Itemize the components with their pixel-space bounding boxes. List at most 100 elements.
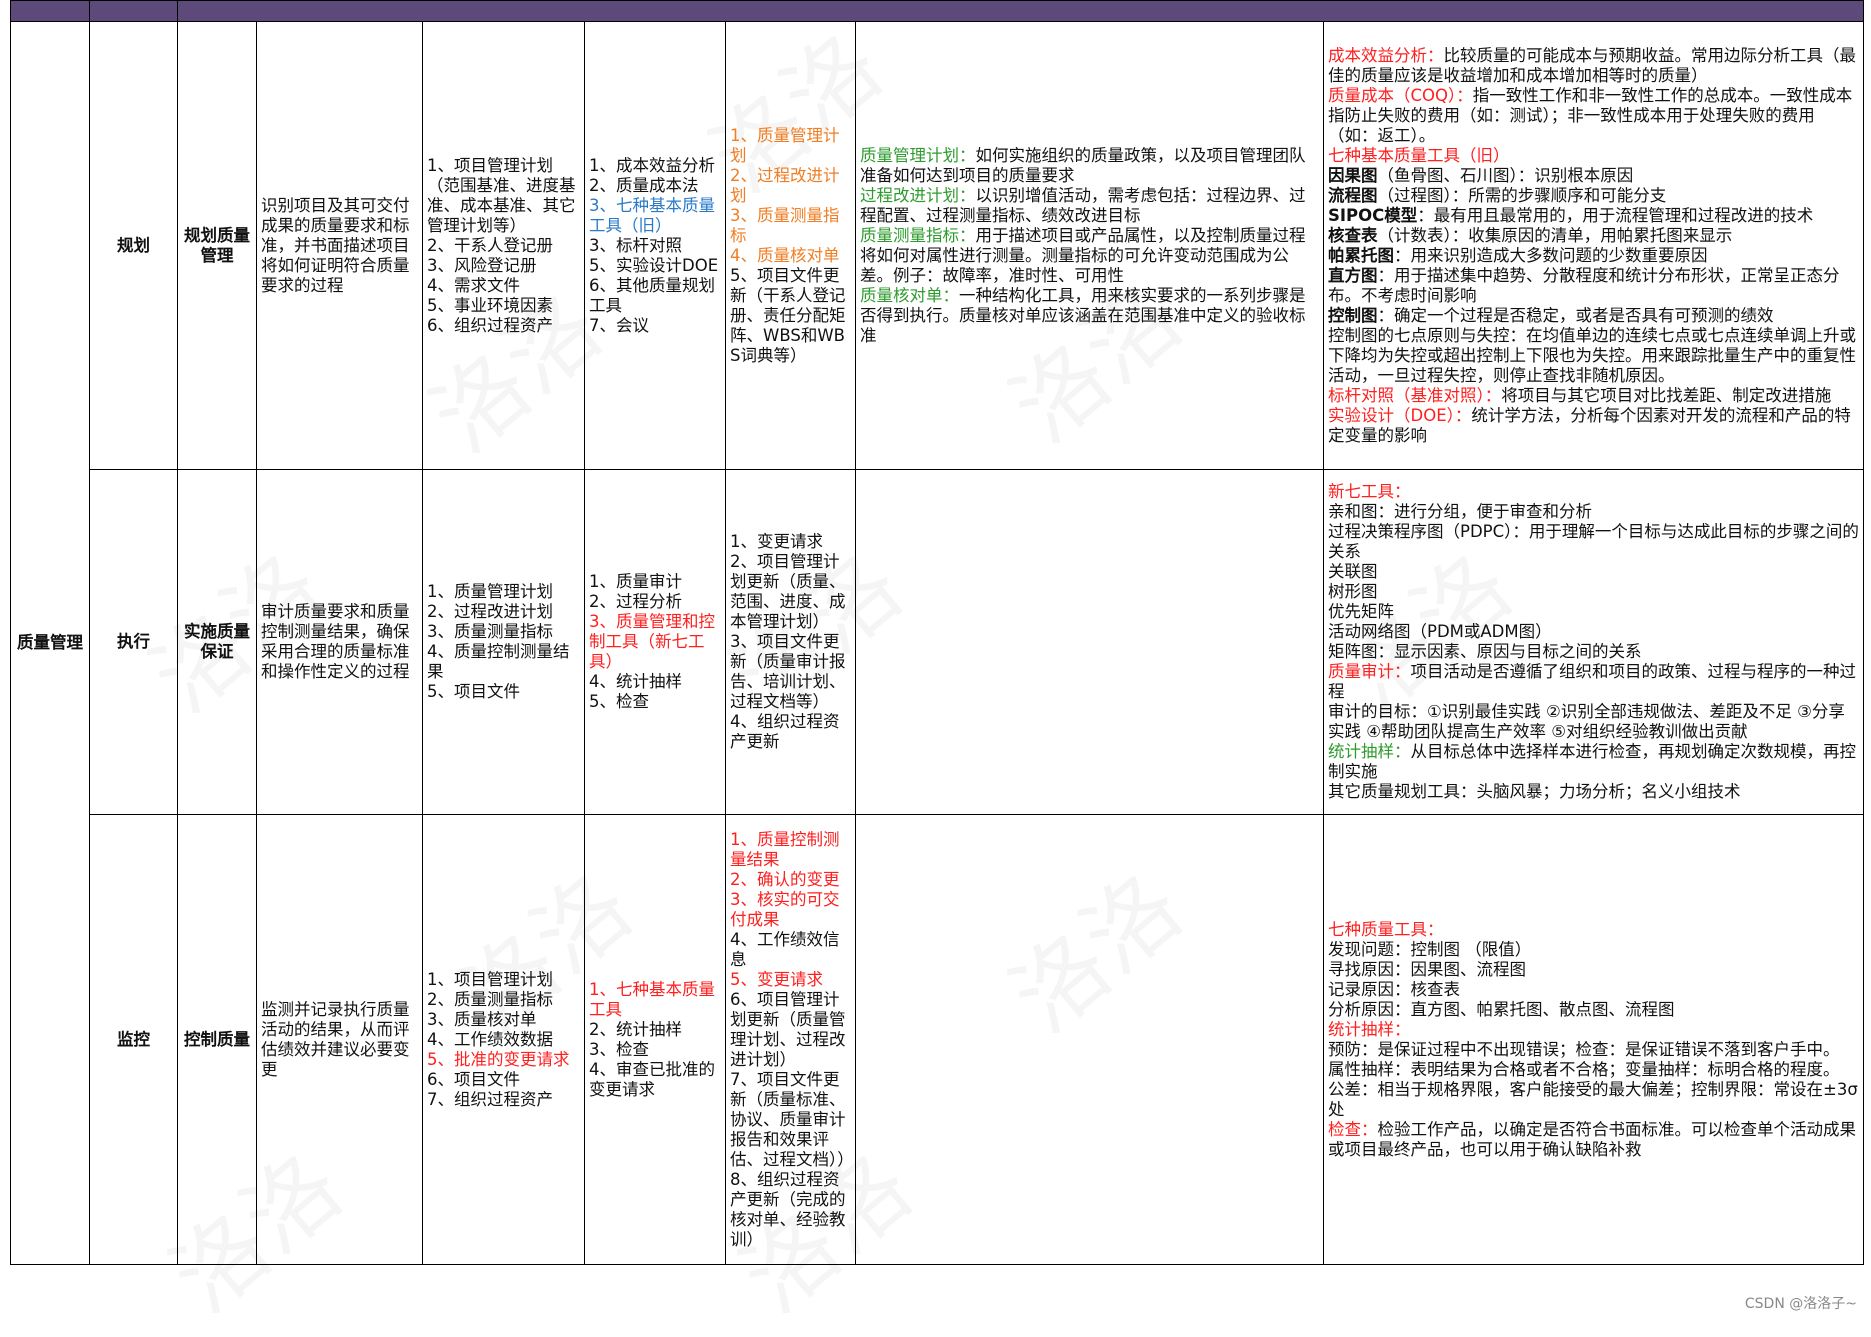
cell-line: 5、批准的变更请求 xyxy=(427,1049,570,1069)
cell-line: 质量测量指标：用于描述项目或产品属性，以及控制质量过程将如何对属性进行测量。测量… xyxy=(860,226,1319,286)
text-segment: 质量管理计划： xyxy=(860,145,976,165)
text-segment: SIPOC模型 xyxy=(1328,205,1418,225)
cell-line: 1、质量管理计划 xyxy=(427,582,553,601)
cell-line: 6、项目管理计划更新（质量管理计划、过程改进计划） xyxy=(730,989,846,1069)
text-segment: 实验设计（DOE）： xyxy=(1328,405,1472,425)
tools-cell: 1、质量审计 2、过程分析 3、质量管理和控制工具（新七工具） 4、统计抽样 5、检查 xyxy=(584,469,726,815)
text-segment: 统计抽样： xyxy=(1328,742,1411,761)
text-segment: 控制图 xyxy=(1328,305,1378,325)
header-cell xyxy=(10,0,90,22)
cell-line: 1、项目管理计划（范围基准、进度基准、成本基准、其它管理计划等） xyxy=(427,155,576,235)
process-group-cell: 执行 xyxy=(89,469,178,815)
text-segment: 因果图 xyxy=(1328,165,1378,185)
text-segment: 寻找原因：因果图、流程图 xyxy=(1328,959,1526,979)
inputs-cell: 1、质量管理计划 2、过程改进计划 3、质量测量指标 4、质量控制测量结果 5、项目文件 xyxy=(422,469,585,815)
cell-line: 审计的目标：①识别最佳实践 ②识别全部违规做法、差距及不足 ③分享实践 ④帮助团… xyxy=(1328,702,1859,742)
tools-cell: 1、七种基本质量工具 2、统计抽样 3、检查 4、审查已批准的变更请求 xyxy=(584,814,726,1265)
cell-line: 3、核实的可交付成果 xyxy=(730,889,840,929)
process-name-cell: 实施质量 保证 xyxy=(177,469,257,815)
cell-line: 质量管理计划：如何实施组织的质量政策，以及项目管理团队准备如何达到项目的质量要求 xyxy=(860,146,1319,186)
text-segment: 记录原因：核查表 xyxy=(1328,979,1460,999)
table-row-monitoring: 监控 控制质量 监测并记录执行质量活动的结果，从而评估绩效并建议必要变更 1、项… xyxy=(11,814,1865,1265)
details-cell: 成本效益分析：比较质量的可能成本与预期收益。常用边际分析工具（最佳的质量应该是收… xyxy=(1322,21,1865,470)
cell-line: 6、组织过程资产 xyxy=(427,315,553,335)
outputs-cell: 1、质量控制测量结果 2、确认的变更 3、核实的可交付成果 4、工作绩效信息 5、变更请… xyxy=(725,814,856,1265)
cell-line: 3、风险登记册 xyxy=(427,255,537,275)
cell-line: 统计抽样：从目标总体中选择样本进行检查，再规划确定次数规模，再控制实施 xyxy=(1328,742,1859,782)
process-name-cell: 控制质量 xyxy=(177,814,257,1265)
credit-text: CSDN @洛洛子~ xyxy=(1744,1296,1857,1312)
details-cell: 新七工具： 亲和图：进行分组，便于审查和分析 过程决策程序图（PDPC）：用于理解一… xyxy=(1322,469,1865,815)
details-cell: 七种质量工具： 发现问题：控制图 （限值） 寻找原因：因果图、流程图 记录原因：核查表… xyxy=(1322,814,1865,1265)
text-segment: ：确定一个过程是否稳定，或者是否具有可预测的绩效 xyxy=(1377,305,1774,325)
table-row-planning: 质量管理 规划 规划质量 管理 识别项目及其可交付成果的质量要求和标准，并书面描… xyxy=(10,21,1865,1265)
text-segment: 发现问题：控制图 （限值） xyxy=(1328,939,1532,959)
cell-line: 树形图 xyxy=(1328,582,1859,602)
cell-line: 标杆对照（基准对照）：将项目与其它项目对比找差距、制定改进措施 xyxy=(1328,386,1859,406)
text-segment: 质量核对单： xyxy=(860,285,959,305)
cell-line: 帕累托图：用来识别造成大多数问题的少数重要原因 xyxy=(1328,246,1859,266)
cell-line: 分析原因：直方图、帕累托图、散点图、流程图 xyxy=(1328,1000,1859,1020)
text-segment: 属性抽样：表明结果为合格或者不合格；变量抽样：标明合格的程度。 xyxy=(1328,1059,1840,1079)
text-segment: 控制图的七点原则与失控：在均值单边的连续七点或七点连续单调上升或下降均为失控或超… xyxy=(1328,325,1856,385)
text-segment: （鱼骨图、石川图）：识别根本原因 xyxy=(1377,165,1634,185)
text-segment: 检查： xyxy=(1328,1119,1378,1139)
quality-management-table: 质量管理 规划 规划质量 管理 识别项目及其可交付成果的质量要求和标准，并书面描… xyxy=(10,0,1865,1265)
text-segment: 树形图 xyxy=(1328,582,1378,601)
definition-cell: 识别项目及其可交付成果的质量要求和标准，并书面描述项目将如何证明符合质量要求的过… xyxy=(256,21,423,470)
text-segment: 质量测量指标： xyxy=(860,225,976,245)
cell-line: 统计抽样： xyxy=(1328,1020,1859,1040)
cell-line: 4、工作绩效信息 xyxy=(730,929,840,969)
text-segment: 优先矩阵 xyxy=(1328,602,1394,621)
cell-line: 检查：检验工作产品，以确定是否符合书面标准。可以检查单个活动成果或项目最终产品，… xyxy=(1328,1120,1859,1160)
cell-line: 5、项目文件 xyxy=(427,682,520,701)
text-segment: 过程改进计划： xyxy=(860,185,976,205)
text-segment: 将项目与其它项目对比找差距、制定改进措施 xyxy=(1501,385,1832,405)
process-group-cell: 监控 xyxy=(89,814,178,1265)
cell-line: 属性抽样：表明结果为合格或者不合格；变量抽样：标明合格的程度。 xyxy=(1328,1060,1859,1080)
cell-line: 优先矩阵 xyxy=(1328,602,1859,622)
cell-line: 4、质量控制测量结果 xyxy=(427,642,570,681)
header-cell xyxy=(176,0,1865,22)
text-segment: 关联图 xyxy=(1328,562,1378,581)
outputs-cell: 1、质量管理计划 2、过程改进计划 3、质量测量指标 4、质量核对单 5、项目文件更新（… xyxy=(725,21,856,470)
cell-line: 控制图：确定一个过程是否稳定，或者是否具有可预测的绩效 xyxy=(1328,306,1859,326)
text-segment: 亲和图：进行分组，便于审查和分析 xyxy=(1328,502,1592,521)
text-segment: 新七工具： xyxy=(1328,482,1411,501)
cell-line: 4、工作绩效数据 xyxy=(427,1029,553,1049)
cell-line: 1、七种基本质量工具 xyxy=(589,979,715,1019)
cell-line: 3、项目文件更新（质量审计报告、培训计划、过程文档等） xyxy=(730,632,846,711)
cell-line: 活动网络图（PDM或ADM图） xyxy=(1328,622,1859,642)
cell-line: 7、组织过程资产 xyxy=(427,1089,553,1109)
cell-line: 1、质量控制测量结果 xyxy=(730,829,840,869)
cell-line: 6、项目文件 xyxy=(427,1069,520,1089)
text-segment: 审计的目标：①识别最佳实践 ②识别全部违规做法、差距及不足 ③分享实践 ④帮助团… xyxy=(1328,702,1845,741)
header-row xyxy=(10,0,1865,22)
cell-line: 关联图 xyxy=(1328,562,1859,582)
cell-line: 亲和图：进行分组，便于审查和分析 xyxy=(1328,502,1859,522)
header-cell xyxy=(89,0,178,22)
cell-line: 1、质量管理计划 xyxy=(730,125,840,165)
cell-line: 成本效益分析：比较质量的可能成本与预期收益。常用边际分析工具（最佳的质量应该是收… xyxy=(1328,46,1859,86)
cell-line: 1、成本效益分析 xyxy=(589,155,715,175)
cell-line: 2、过程改进计划 xyxy=(730,165,840,205)
cell-line: 流程图（过程图）：所需的步骤顺序和可能分支 xyxy=(1328,186,1859,206)
cell-line: 过程改进计划：以识别增值活动，需考虑包括：过程边界、过程配置、过程测量指标、绩效… xyxy=(860,186,1319,226)
cell-line: 1、质量审计 xyxy=(589,572,682,591)
cell-line: 实验设计（DOE）：统计学方法，分析每个因素对开发的流程和产品的特定变量的影响 xyxy=(1328,406,1859,446)
text-segment: ：最有用且最常用的，用于流程管理和过程改进的技术 xyxy=(1417,205,1814,225)
cell-line: 2、过程分析 xyxy=(589,592,682,611)
definition-cell: 审计质量要求和质量控制测量结果，确保采用合理的质量标准和操作性定义的过程 xyxy=(256,469,423,815)
table-row-executing: 执行 实施质量 保证 审计质量要求和质量控制测量结果，确保采用合理的质量标准和操… xyxy=(11,469,1865,815)
cell-line: 2、项目管理计划更新（质量、范围、进度、成本管理计划） xyxy=(730,552,846,631)
cell-line: 3、检查 xyxy=(589,1039,649,1059)
text-segment: 流程图 xyxy=(1328,185,1378,205)
text-segment: （过程图）：所需的步骤顺序和可能分支 xyxy=(1377,185,1667,205)
cell-line: 7、会议 xyxy=(589,315,649,335)
cell-line: 1、变更请求 xyxy=(730,532,823,551)
cell-line: 4、质量核对单 xyxy=(730,245,840,265)
inputs-cell: 1、项目管理计划 2、质量测量指标 3、质量核对单 4、工作绩效数据 5、批准的变更请求… xyxy=(422,814,585,1265)
text-segment: 公差：相当于规格界限，客户能接受的最大偏差；控制界限：常设在±3σ处 xyxy=(1328,1079,1858,1119)
notes-cell xyxy=(855,469,1324,815)
tools-cell: 1、成本效益分析 2、质量成本法 3、七种基本质量工具（旧） 3、标杆对照 5、实验设计… xyxy=(584,21,726,470)
